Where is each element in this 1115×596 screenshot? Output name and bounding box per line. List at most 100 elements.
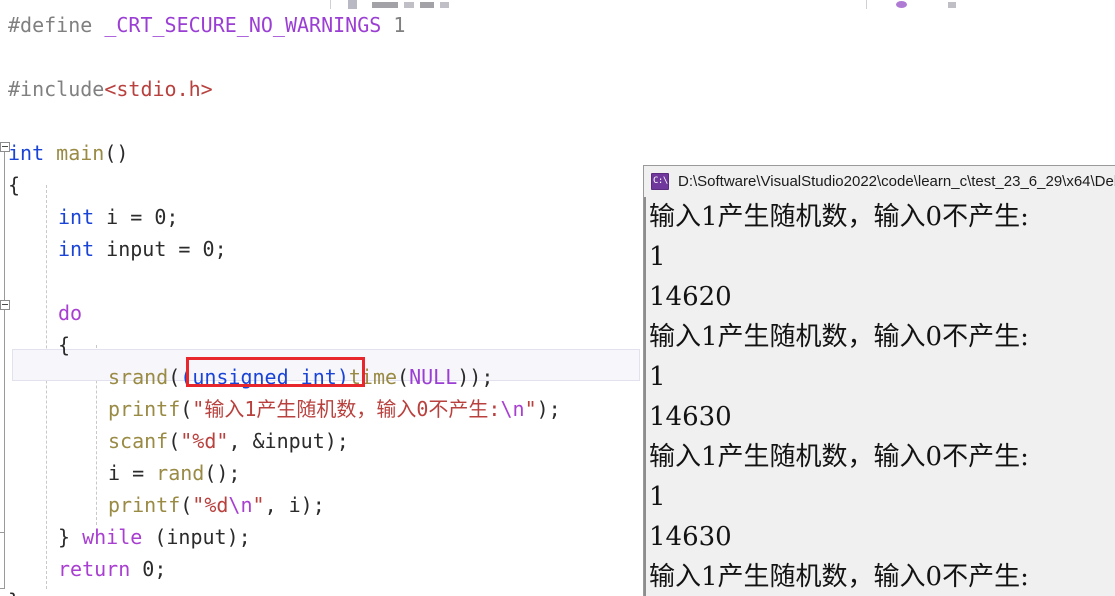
code-token: i = — [108, 461, 157, 485]
code-line[interactable]: printf("输入1产生随机数，输入0不产生:\n"); — [108, 393, 561, 425]
code-token: (); — [204, 461, 241, 485]
code-token: 1 — [393, 13, 406, 37]
code-token: ( — [397, 365, 410, 389]
code-token: "%d" — [180, 429, 229, 453]
code-token: ( — [180, 397, 193, 421]
outline-line — [4, 532, 5, 588]
code-token: 0 — [154, 205, 167, 229]
console-output-line: 输入1产生随机数，输入0不产生: — [649, 562, 1029, 592]
code-token: rand — [156, 461, 205, 485]
code-token: ( — [168, 365, 181, 389]
code-token: ; — [214, 237, 227, 261]
code-line[interactable]: int main() — [8, 137, 128, 169]
code-token: \n — [500, 397, 525, 421]
code-token: (input); — [142, 525, 251, 549]
collapse-toggle-do[interactable] — [0, 300, 10, 310]
code-token: 0 — [142, 557, 155, 581]
red-annotation-rectangle — [186, 357, 365, 387]
code-token: #define — [8, 13, 93, 37]
console-window-icon — [651, 173, 669, 190]
toolbar-icon-fragment[interactable] — [440, 2, 449, 8]
code-token: \n — [228, 493, 253, 517]
console-titlebar[interactable]: D:\Software\VisualStudio2022\code\learn_… — [644, 166, 1115, 197]
code-token: } — [8, 589, 20, 596]
code-line[interactable]: #include<stdio.h> — [8, 73, 213, 105]
code-token: " — [524, 397, 537, 421]
code-line[interactable]: int input = 0; — [58, 233, 227, 265]
code-line[interactable]: scanf("%d", &input); — [108, 425, 349, 457]
code-token: int — [58, 237, 95, 261]
code-token: i — [106, 205, 119, 229]
code-token: )); — [457, 365, 494, 389]
toolbar-icon-fragment[interactable] — [372, 2, 398, 8]
code-token: " — [252, 493, 265, 517]
code-token: <stdio.h> — [104, 77, 213, 101]
outline-end-tick — [0, 588, 5, 589]
code-line[interactable]: int i = 0; — [58, 201, 178, 233]
code-line[interactable]: } — [8, 585, 20, 596]
toolbar-divider — [866, 0, 867, 9]
code-token: ( — [180, 493, 193, 517]
code-token: #include — [8, 77, 105, 101]
code-token: main — [56, 141, 105, 165]
code-token: int — [58, 205, 95, 229]
code-token: printf — [108, 493, 181, 517]
outline-line — [4, 310, 5, 532]
code-token: "%d — [192, 493, 229, 517]
toolbar-icon-fragment[interactable] — [896, 1, 907, 8]
toolbar-icon-fragment[interactable] — [404, 2, 414, 8]
code-token: ( — [168, 429, 181, 453]
console-output-line: 1 — [649, 362, 666, 392]
console-output-area[interactable]: 输入1产生随机数，输入0不产生: 1 14620 输入1产生随机数，输入0不产生: 1 1… — [644, 197, 1115, 596]
code-token: { — [8, 173, 21, 197]
console-output-line: 输入1产生随机数，输入0不产生: — [649, 442, 1029, 472]
toolbar-button-fragment[interactable] — [348, 0, 357, 9]
code-line[interactable]: #define _CRT_SECURE_NO_WARNINGS 1 — [8, 9, 405, 41]
console-output-line: 14630 — [649, 522, 732, 552]
code-token: input — [106, 237, 167, 261]
code-token: ; — [166, 205, 179, 229]
code-token: = — [166, 237, 203, 261]
console-window[interactable]: D:\Software\VisualStudio2022\code\learn_… — [643, 165, 1115, 596]
toolbar-icon-fragment[interactable] — [948, 2, 956, 8]
code-token: NULL — [409, 365, 458, 389]
code-token: = — [118, 205, 155, 229]
code-line[interactable]: } while (input); — [58, 521, 251, 553]
code-token: do — [58, 301, 83, 325]
code-line[interactable]: i = rand(); — [108, 457, 240, 489]
console-output-line: 14630 — [649, 402, 732, 432]
code-line[interactable]: { — [58, 329, 70, 361]
code-token: printf — [108, 397, 181, 421]
code-line[interactable]: do — [58, 297, 82, 329]
console-output-line: 1 — [649, 242, 666, 272]
code-token: ); — [536, 397, 561, 421]
code-line[interactable]: { — [8, 169, 20, 201]
indent-guide — [46, 185, 47, 589]
code-token: scanf — [108, 429, 169, 453]
outline-line — [4, 152, 5, 300]
code-token: , i); — [264, 493, 325, 517]
code-token: int — [8, 141, 45, 165]
console-output-line: 1 — [649, 482, 666, 512]
code-token: "输入1产生随机数，输入0不产生: — [192, 397, 501, 421]
code-line[interactable]: printf("%d\n", i); — [108, 489, 325, 521]
code-token: ; — [154, 557, 167, 581]
toolbar-icon-fragment[interactable] — [420, 2, 434, 8]
code-token: { — [58, 333, 71, 357]
console-title-text: D:\Software\VisualStudio2022\code\learn_… — [678, 173, 1115, 190]
code-line[interactable]: return 0; — [58, 553, 166, 585]
code-token: return — [58, 557, 131, 581]
code-token: srand — [108, 365, 169, 389]
toolbar-divider — [330, 0, 331, 9]
console-output-line: 输入1产生随机数，输入0不产生: — [649, 322, 1029, 352]
code-token: 0 — [202, 237, 215, 261]
console-output-line: 14620 — [649, 282, 732, 312]
console-output-line: 输入1产生随机数，输入0不产生: — [649, 202, 1029, 232]
code-token: , &input); — [228, 429, 349, 453]
